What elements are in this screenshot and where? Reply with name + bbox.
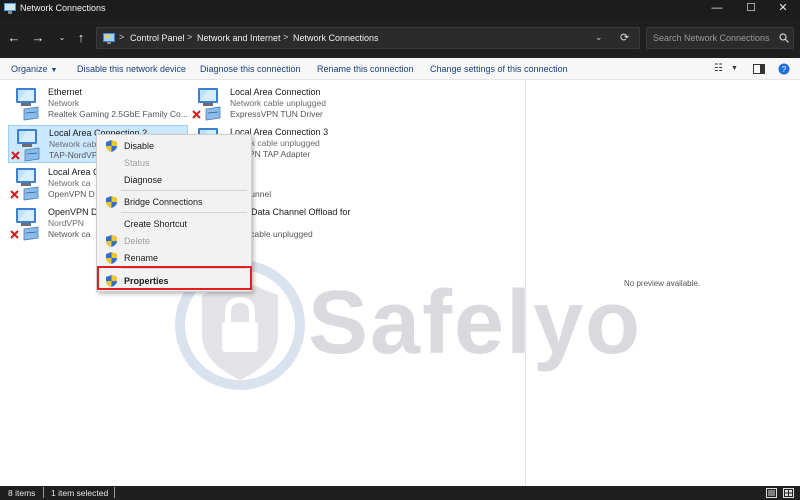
title-bar: Network Connections — ☐ ✕	[0, 0, 800, 18]
svg-text:?: ?	[782, 65, 787, 74]
chevron-down-icon: ▼	[50, 67, 58, 74]
command-bar: Organize ▼ Disable this network device Di…	[0, 58, 800, 80]
search-placeholder: Search Network Connections	[653, 33, 770, 43]
large-icons-view-icon[interactable]	[783, 488, 794, 498]
rename-connection-button[interactable]: Rename this connection	[317, 64, 414, 74]
menu-label: Diagnose	[124, 175, 163, 185]
network-adapter-icon	[11, 129, 40, 162]
preview-pane-icon[interactable]	[753, 64, 765, 74]
no-preview-text: No preview available.	[624, 279, 701, 288]
menu-separator	[121, 190, 247, 191]
breadcrumb-separator: >	[283, 32, 289, 42]
view-options-chevron-icon[interactable]: ▼	[731, 65, 738, 72]
connection-device: ExpressVPN TUN Driver	[230, 109, 323, 119]
connection-device: Network ca	[48, 229, 91, 239]
shield-icon	[106, 196, 117, 208]
organize-label: Organize	[11, 64, 48, 74]
change-settings-button[interactable]: Change settings of this connection	[430, 64, 568, 74]
breadcrumb[interactable]: > Control Panel > Network and Internet >…	[96, 27, 640, 49]
window-title: Network Connections	[20, 3, 106, 13]
back-button[interactable]: ←	[5, 29, 23, 47]
breadcrumb-network-connections[interactable]: Network Connections	[293, 33, 379, 43]
network-connections-app-icon	[4, 3, 16, 14]
connection-status: NordVPN	[48, 218, 84, 228]
menu-label: Disable	[124, 141, 155, 151]
shield-icon	[106, 140, 117, 152]
connection-status: Network	[48, 98, 80, 108]
connection-status: Network cable unplugged	[230, 98, 326, 108]
breadcrumb-control-panel[interactable]: Control Panel	[130, 33, 185, 43]
items-count: 8 items	[8, 488, 36, 498]
refresh-icon[interactable]: ⟳	[620, 31, 629, 44]
connection-device: Realtek Gaming 2.5GbE Family Co...	[48, 109, 188, 119]
connection-name: Local Area C	[48, 167, 100, 177]
connection-name: OpenVPN Da	[48, 207, 103, 217]
menu-item-status: Status	[97, 155, 251, 171]
recent-locations-button[interactable]: ⌄	[53, 29, 71, 47]
breadcrumb-separator: >	[119, 32, 125, 42]
disable-device-button[interactable]: Disable this network device	[77, 64, 186, 74]
breadcrumb-separator: >	[187, 32, 193, 42]
diagnose-connection-button[interactable]: Diagnose this connection	[200, 64, 301, 74]
menu-label: Rename	[124, 253, 159, 263]
maximize-button[interactable]: ☐	[734, 0, 768, 18]
shield-icon	[106, 235, 117, 247]
breadcrumb-network-and-internet[interactable]: Network and Internet	[197, 33, 281, 43]
organize-button[interactable]: Organize ▼	[11, 64, 57, 74]
watermark-text: Safelyo	[308, 273, 643, 373]
connection-item[interactable]: Local Area Connection Network cable unplu…	[190, 85, 370, 123]
search-icon	[779, 33, 789, 43]
change-view-icon[interactable]: ☷	[714, 63, 723, 74]
menu-label: Status	[124, 158, 150, 168]
shield-icon	[106, 252, 117, 264]
search-input[interactable]: Search Network Connections	[646, 27, 794, 49]
menu-item-create-shortcut[interactable]: Create Shortcut	[97, 216, 251, 232]
up-button[interactable]: ↑	[72, 29, 90, 47]
minimize-button[interactable]: —	[700, 0, 734, 18]
menu-label: Bridge Connections	[124, 197, 203, 207]
connection-status: Network ca	[48, 178, 91, 188]
details-view-icon[interactable]	[766, 488, 777, 498]
selected-count: 1 item selected	[51, 488, 109, 498]
close-button[interactable]: ✕	[766, 0, 800, 18]
address-history-dropdown[interactable]: ⌄	[595, 32, 603, 43]
address-bar: ← → ⌄ ↑ > Control Panel > Network and In…	[0, 18, 800, 58]
connection-device: OpenVPN D	[48, 189, 95, 199]
connection-name: Local Area Connection	[230, 87, 321, 97]
network-adapter-icon	[10, 208, 39, 241]
menu-item-diagnose[interactable]: Diagnose	[97, 172, 251, 188]
status-separator	[114, 487, 115, 498]
properties-highlight-box	[97, 266, 252, 290]
help-icon[interactable]: ?	[778, 63, 790, 75]
connection-item[interactable]: Ethernet Network Realtek Gaming 2.5GbE Fam…	[8, 85, 188, 123]
menu-label: Create Shortcut	[124, 219, 188, 229]
status-separator	[43, 487, 44, 498]
menu-item-bridge-connections[interactable]: Bridge Connections	[97, 194, 251, 210]
connection-name: Ethernet	[48, 87, 83, 97]
preview-pane-divider[interactable]	[525, 80, 526, 486]
network-adapter-icon	[10, 168, 39, 201]
menu-item-rename[interactable]: Rename	[97, 250, 251, 266]
forward-button[interactable]: →	[29, 29, 47, 47]
connection-device: TAP-NordVP	[49, 150, 98, 160]
menu-label: Delete	[124, 236, 151, 246]
menu-item-disable[interactable]: Disable	[97, 138, 251, 154]
connection-status: Network cab	[49, 139, 97, 149]
control-panel-icon	[103, 33, 115, 44]
menu-separator	[121, 212, 247, 213]
menu-item-delete: Delete	[97, 233, 251, 249]
network-adapter-icon	[192, 88, 221, 121]
network-adapter-icon	[16, 88, 39, 121]
status-bar: 8 items 1 item selected	[0, 486, 800, 500]
